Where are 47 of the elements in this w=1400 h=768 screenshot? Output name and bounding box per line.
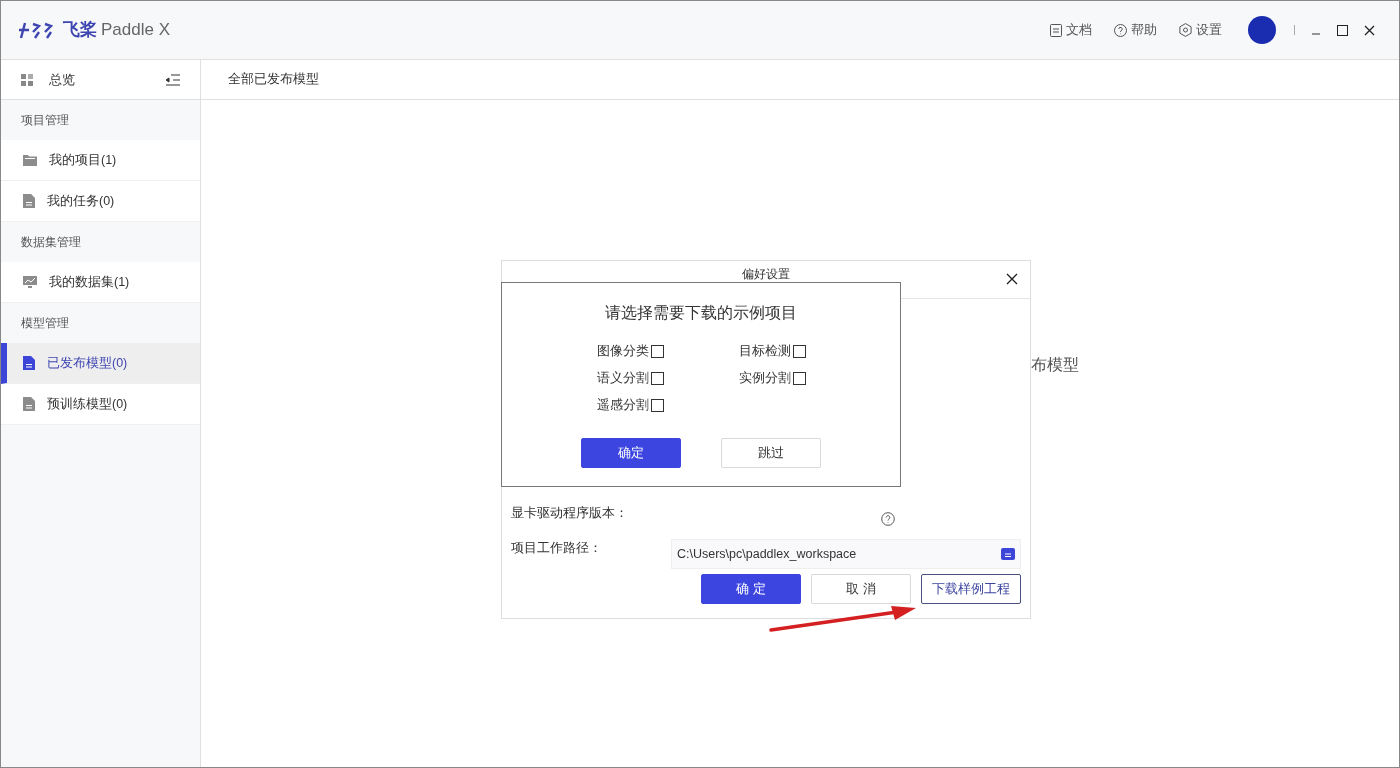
- dialog-title: 偏好设置: [742, 267, 790, 283]
- dialog-button[interactable]: 跳过: [721, 438, 821, 468]
- option-checkbox[interactable]: 图像分类: [596, 342, 664, 360]
- grid-icon: [21, 73, 33, 86]
- document-icon: [1050, 23, 1062, 37]
- dialog-button[interactable]: 下载样例工程: [921, 574, 1021, 604]
- document-icon: [23, 194, 35, 208]
- sidebar-item[interactable]: 预训练模型(0): [1, 384, 200, 425]
- folder-icon[interactable]: [1001, 548, 1015, 560]
- sidebar-item[interactable]: 我的数据集(1): [1, 262, 200, 303]
- field-label: 显卡驱动程序版本：: [511, 505, 628, 522]
- option-checkbox[interactable]: 语义分割: [596, 369, 664, 387]
- document-icon: [23, 356, 35, 370]
- close-icon[interactable]: [1364, 24, 1375, 36]
- logo-text: 飞桨: [63, 19, 97, 42]
- dialog-button[interactable]: 确 定: [701, 574, 801, 604]
- header-link[interactable]: 文档: [1050, 20, 1092, 40]
- folder-icon: [23, 154, 37, 166]
- help-icon: [1114, 23, 1127, 37]
- empty-state-text: 布模型: [1031, 355, 1079, 375]
- settings-icon: [1179, 23, 1192, 37]
- header-link[interactable]: 设置: [1179, 20, 1222, 40]
- option-checkbox[interactable]: 目标检测: [738, 342, 806, 360]
- header-link[interactable]: 帮助: [1114, 20, 1157, 40]
- avatar[interactable]: [1248, 16, 1276, 44]
- section-header: 项目管理: [21, 112, 69, 129]
- section-header: 数据集管理: [21, 234, 81, 251]
- chart-icon: [23, 276, 37, 288]
- sidebar-item[interactable]: 已发布模型(0): [1, 343, 200, 384]
- breadcrumb: 全部已发布模型: [228, 71, 319, 89]
- section-header: 模型管理: [21, 315, 69, 332]
- menu-icon[interactable]: [166, 73, 180, 86]
- sidebar-item[interactable]: 我的任务(0): [1, 181, 200, 222]
- dialog-button[interactable]: 确定: [581, 438, 681, 468]
- option-checkbox[interactable]: 实例分割: [738, 369, 806, 387]
- option-checkbox[interactable]: 遥感分割: [596, 396, 664, 414]
- overview-label[interactable]: 总览: [49, 69, 75, 90]
- path-field[interactable]: C:\Users\pc\paddlex_workspace: [671, 539, 1021, 569]
- dialog-button[interactable]: 取 消: [811, 574, 911, 604]
- logo-title: Paddle X: [101, 19, 170, 42]
- field-label: 项目工作路径：: [511, 540, 602, 557]
- help-icon[interactable]: [881, 512, 895, 526]
- dialog-heading: 请选择需要下载的示例项目: [605, 303, 797, 323]
- close-icon[interactable]: [1006, 273, 1018, 285]
- sidebar-item[interactable]: 我的项目(1): [1, 140, 200, 181]
- document-icon: [23, 397, 35, 411]
- maximize-icon[interactable]: [1337, 24, 1348, 36]
